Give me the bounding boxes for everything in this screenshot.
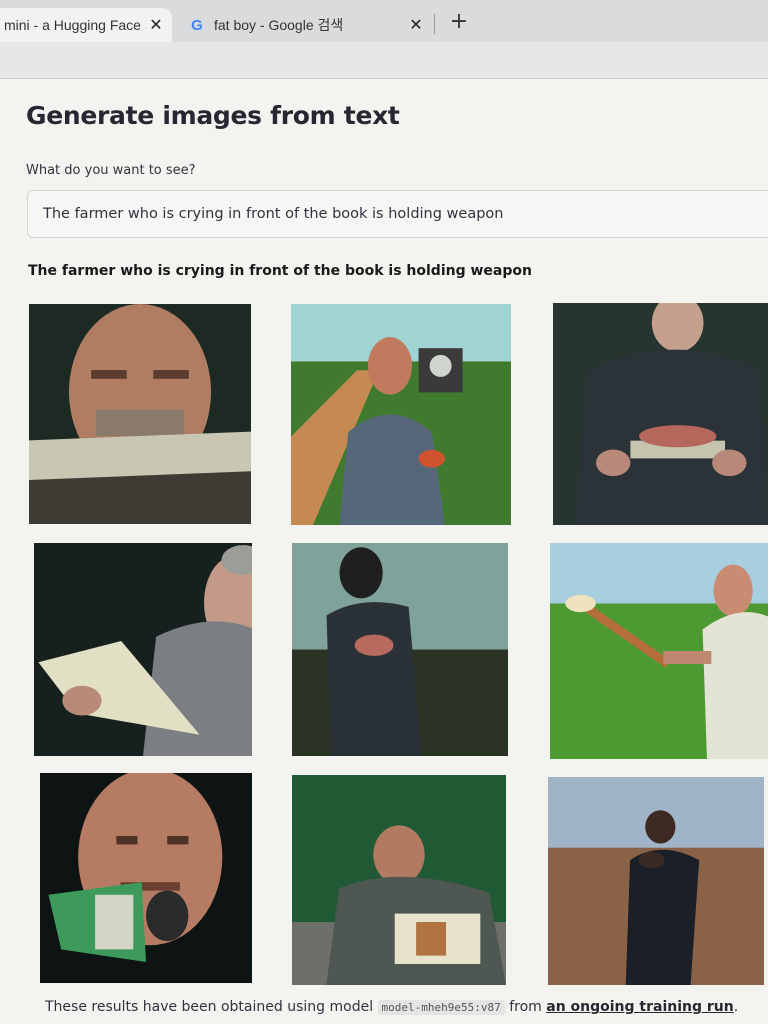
footer-suffix: . bbox=[733, 999, 739, 1015]
tab-hugging-face[interactable]: mini - a Hugging Face S ✕ bbox=[0, 8, 172, 42]
footer-prefix: These results have been obtained using m… bbox=[45, 999, 374, 1015]
generated-image-2 bbox=[291, 304, 511, 525]
app-page: Generate images from text What do you wa… bbox=[0, 79, 768, 1024]
generated-image-6 bbox=[550, 543, 768, 759]
generated-image-9 bbox=[548, 777, 764, 985]
training-run-link[interactable]: an ongoing training run bbox=[546, 999, 733, 1015]
generated-image-5 bbox=[292, 543, 508, 756]
tab-separator bbox=[434, 14, 435, 34]
generated-image-1 bbox=[29, 304, 251, 524]
tab-google-search[interactable]: G fat boy - Google 검색 ✕ bbox=[176, 8, 432, 42]
image-grid bbox=[0, 79, 768, 1024]
model-id: model-mheh9e55:v87 bbox=[377, 1000, 505, 1015]
tab-close-icon[interactable]: ✕ bbox=[406, 15, 426, 35]
tab-close-icon[interactable]: ✕ bbox=[146, 15, 166, 35]
google-icon: G bbox=[191, 16, 203, 34]
generated-image-4 bbox=[34, 543, 252, 756]
tab-title: mini - a Hugging Face S bbox=[4, 17, 146, 33]
model-attribution: These results have been obtained using m… bbox=[45, 999, 738, 1015]
generated-image-8 bbox=[292, 775, 506, 985]
browser-toolbar bbox=[0, 42, 768, 79]
tab-title: fat boy - Google 검색 bbox=[214, 17, 344, 33]
generated-image-7 bbox=[40, 773, 252, 983]
generated-image-3 bbox=[553, 303, 768, 525]
footer-middle: from bbox=[509, 999, 542, 1015]
browser-tab-bar: mini - a Hugging Face S ✕ G fat boy - Go… bbox=[0, 0, 768, 42]
new-tab-button[interactable]: + bbox=[446, 8, 472, 34]
